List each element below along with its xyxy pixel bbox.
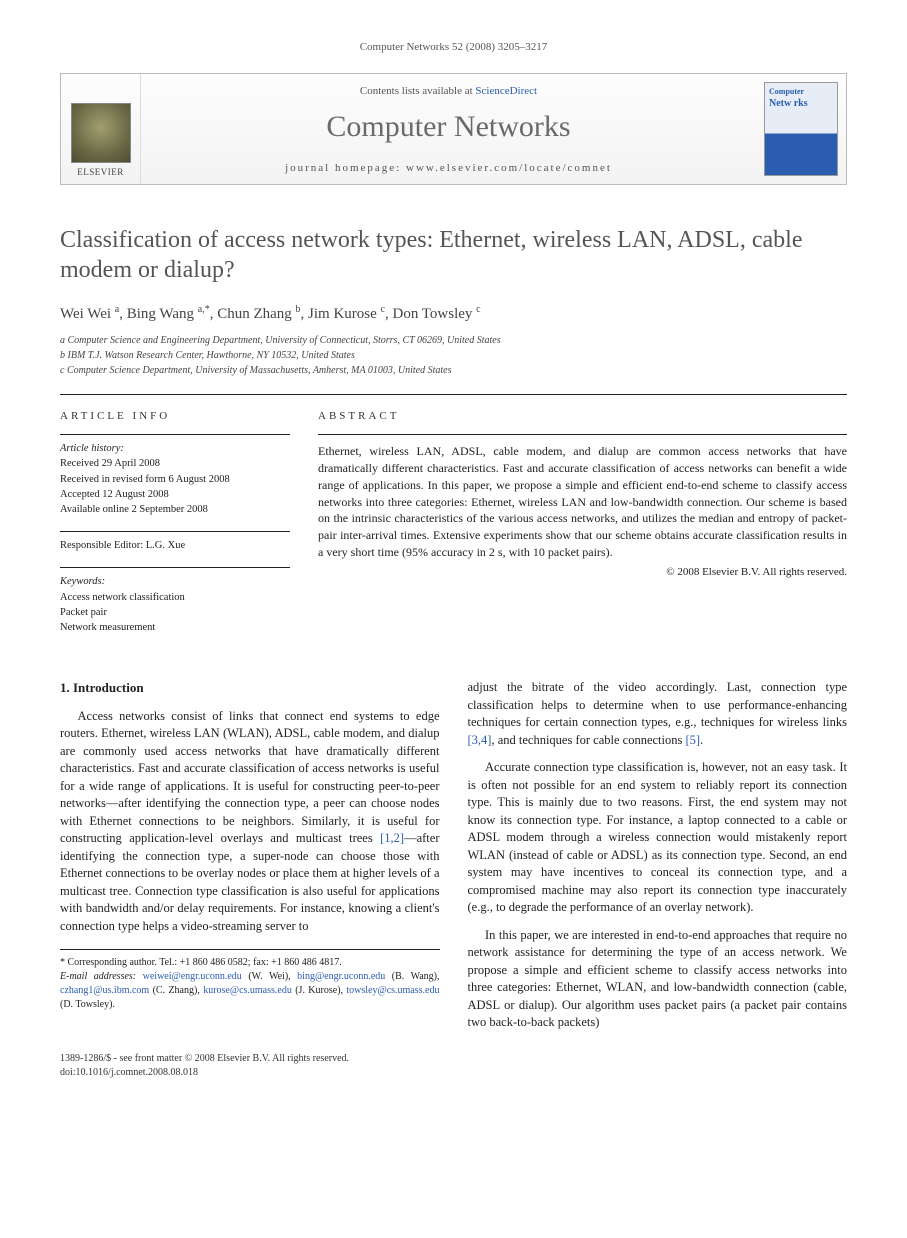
email-link[interactable]: bing@engr.uconn.edu	[297, 971, 385, 982]
article-info-heading: ARTICLE INFO	[60, 409, 290, 424]
citation-link[interactable]: [1,2]	[380, 831, 404, 845]
publisher-logo: ELSEVIER	[61, 74, 141, 184]
body-text: —after identifying the connection type, …	[60, 831, 440, 933]
keyword: Packet pair	[60, 605, 290, 620]
email-link[interactable]: kurose@cs.umass.edu	[203, 985, 292, 996]
article-history-block: Article history: Received 29 April 2008 …	[60, 434, 290, 517]
abstract-text: Ethernet, wireless LAN, ADSL, cable mode…	[318, 434, 847, 580]
affiliations: a Computer Science and Engineering Depar…	[60, 334, 847, 378]
cover-thumbnail: Computer Netw rks	[764, 82, 838, 176]
elsevier-tree-icon	[71, 103, 131, 163]
contents-available-line: Contents lists available at ScienceDirec…	[360, 84, 537, 99]
body-text: Access networks consist of links that co…	[60, 709, 440, 846]
abstract-copyright: © 2008 Elsevier B.V. All rights reserved…	[318, 565, 847, 580]
email-link[interactable]: towsley@cs.umass.edu	[346, 985, 439, 996]
keyword: Access network classification	[60, 590, 290, 605]
publisher-name: ELSEVIER	[77, 166, 124, 178]
citation-link[interactable]: [3,4]	[468, 733, 492, 747]
email-link[interactable]: czhang1@us.ibm.com	[60, 985, 149, 996]
keywords-label: Keywords:	[60, 574, 290, 589]
affiliation-b: b IBM T.J. Watson Research Center, Hawth…	[60, 349, 847, 363]
keyword: Network measurement	[60, 620, 290, 635]
email-label: E-mail addresses:	[60, 971, 136, 982]
email-addresses: E-mail addresses: weiwei@engr.uconn.edu …	[60, 970, 440, 1012]
contents-prefix: Contents lists available at	[360, 85, 475, 97]
history-online: Available online 2 September 2008	[60, 502, 290, 517]
citation-link[interactable]: [5]	[685, 733, 700, 747]
body-text: adjust the bitrate of the video accordin…	[468, 680, 848, 729]
journal-name: Computer Networks	[326, 107, 570, 148]
journal-masthead: ELSEVIER Contents lists available at Sci…	[60, 73, 847, 185]
masthead-center: Contents lists available at ScienceDirec…	[141, 74, 756, 184]
history-revised: Received in revised form 6 August 2008	[60, 472, 290, 487]
article-title: Classification of access network types: …	[60, 225, 847, 285]
body-text: , and techniques for cable connections	[491, 733, 685, 747]
running-head: Computer Networks 52 (2008) 3205–3217	[60, 40, 847, 55]
responsible-editor: Responsible Editor: L.G. Xue	[60, 538, 290, 553]
sciencedirect-link[interactable]: ScienceDirect	[475, 85, 537, 97]
abstract-body: Ethernet, wireless LAN, ADSL, cable mode…	[318, 444, 847, 559]
body-paragraph: In this paper, we are interested in end-…	[468, 927, 848, 1032]
affiliation-c: c Computer Science Department, Universit…	[60, 364, 847, 378]
article-info-column: ARTICLE INFO Article history: Received 2…	[60, 409, 290, 649]
cover-text-net: Netw rks	[769, 97, 808, 111]
article-body: 1. Introduction Access networks consist …	[60, 679, 847, 1032]
corresponding-author-line: * Corresponding author. Tel.: +1 860 486…	[60, 956, 440, 970]
body-text: .	[700, 733, 703, 747]
page-footer: 1389-1286/$ - see front matter © 2008 El…	[60, 1052, 847, 1080]
body-paragraph: Accurate connection type classification …	[468, 759, 848, 917]
abstract-column: ABSTRACT Ethernet, wireless LAN, ADSL, c…	[318, 409, 847, 649]
journal-cover: Computer Netw rks	[756, 74, 846, 184]
body-paragraph: Access networks consist of links that co…	[60, 708, 440, 936]
affiliation-a: a Computer Science and Engineering Depar…	[60, 334, 847, 348]
body-paragraph: adjust the bitrate of the video accordin…	[468, 679, 848, 749]
doi-line: doi:10.1016/j.comnet.2008.08.018	[60, 1066, 847, 1080]
abstract-heading: ABSTRACT	[318, 409, 847, 424]
corresponding-author-footnote: * Corresponding author. Tel.: +1 860 486…	[60, 949, 440, 1012]
author-list: Wei Wei a, Bing Wang a,*, Chun Zhang b, …	[60, 303, 847, 324]
history-accepted: Accepted 12 August 2008	[60, 487, 290, 502]
history-label: Article history:	[60, 441, 290, 456]
history-received: Received 29 April 2008	[60, 456, 290, 471]
section-heading-introduction: 1. Introduction	[60, 679, 440, 697]
keywords-block: Keywords: Access network classification …	[60, 567, 290, 635]
email-link[interactable]: weiwei@engr.uconn.edu	[143, 971, 242, 982]
front-matter-line: 1389-1286/$ - see front matter © 2008 El…	[60, 1052, 847, 1066]
journal-homepage: journal homepage: www.elsevier.com/locat…	[285, 161, 612, 176]
editor-block: Responsible Editor: L.G. Xue	[60, 531, 290, 553]
info-abstract-row: ARTICLE INFO Article history: Received 2…	[60, 394, 847, 649]
